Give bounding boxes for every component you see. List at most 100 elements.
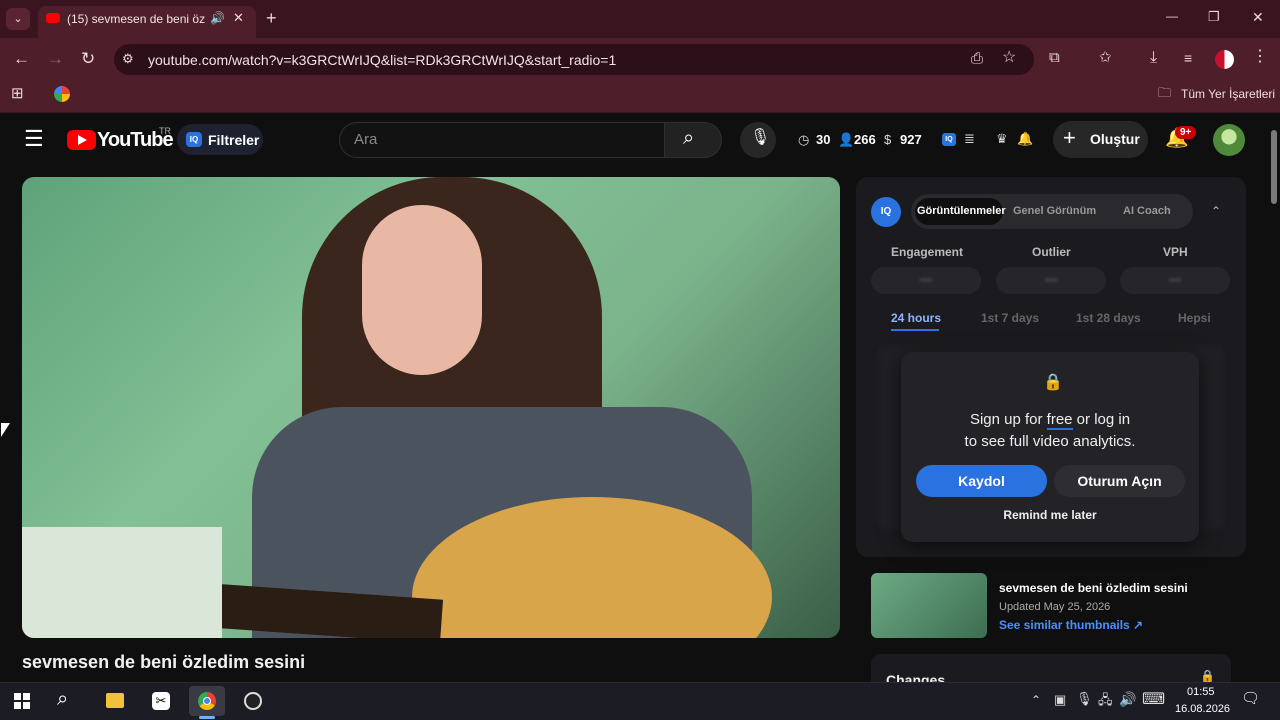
maximize-button[interactable]: ❐ [1208,10,1220,23]
subs-stat[interactable]: 266 [854,132,876,147]
changes-lock-icon: 🔒 [1200,669,1215,683]
iq-tool-icon[interactable]: IQ [942,133,956,146]
scrollbar-thumb[interactable] [1271,130,1277,204]
clock-icon: ◷ [798,132,810,147]
lock-icon: 🔒 [1043,374,1063,391]
range-7-days[interactable]: 1st 7 days [981,311,1039,325]
signup-button[interactable]: Kaydol [916,465,1047,497]
video-player[interactable] [22,177,840,638]
taskbar-time[interactable]: 01:55 [1187,686,1215,698]
range-28-days[interactable]: 1st 28 days [1076,311,1141,325]
tray-chevron-icon[interactable]: ⌃ [1031,694,1041,706]
tab-close-icon[interactable]: ✕ [233,11,244,24]
views-stat[interactable]: 30 [816,132,830,147]
signup-label: Kaydol [958,473,1005,489]
file-explorer-icon[interactable] [97,686,133,716]
range-all[interactable]: Hepsi [1178,311,1211,325]
taskbar-date[interactable]: 16.08.2026 [1175,703,1230,715]
tab-ai-coach[interactable]: AI Coach [1123,205,1171,217]
bookmark-star-icon[interactable]: ☆ [1002,50,1016,66]
metric-engagement-label: Engagement [891,245,964,259]
video-bed [22,527,222,638]
metric-vph-label: VPH [1163,245,1188,259]
remind-later-link[interactable]: Remind me later [901,508,1199,522]
tab-title: (15) sevmesen de beni özle [67,12,205,26]
site-info-icon[interactable]: ⚙ [122,52,134,65]
windows-start-icon[interactable] [14,693,30,709]
trophy-icon[interactable]: ♛ [996,132,1008,145]
similar-thumbnails-link[interactable]: See similar thumbnails ↗ [999,618,1143,632]
chrome-menu-icon[interactable]: ⋮ [1252,49,1268,65]
mouse-cursor [1,423,10,437]
tray-keyboard-icon[interactable]: ⌨ [1142,692,1165,708]
collapse-chevron-icon[interactable]: ⌃ [1211,205,1221,217]
range-active-underline [891,329,939,331]
suggested-thumbnail[interactable] [871,573,987,638]
filters-label[interactable]: Filtreler [208,132,259,148]
close-window-button[interactable]: ✕ [1252,10,1264,24]
media-control-icon[interactable]: ≡ [1184,51,1192,65]
download-icon[interactable]: ⤓ [1150,50,1157,66]
favorites-icon[interactable]: ✩ [1099,50,1112,65]
metric-outlier-value: ••• [996,267,1106,294]
chrome-taskbar-icon[interactable] [189,686,225,716]
search-input[interactable] [339,122,665,158]
bookmarks-bar [0,80,1280,113]
tray-volume-icon[interactable]: 🔊 [1119,692,1136,706]
hamburger-menu-icon[interactable]: ☰ [24,128,44,150]
taskbar-search-icon[interactable]: ⌕ [57,689,68,709]
iq-icon: IQ [186,132,202,147]
reload-icon[interactable]: ↻ [81,50,95,67]
blurred-value: ••• [1044,273,1058,287]
tray-mic-icon[interactable]: 🎙 [1076,692,1093,705]
tab-search-icon[interactable]: ⌄ [6,8,30,30]
login-button[interactable]: Oturum Açın [1054,465,1185,497]
obs-icon[interactable] [235,686,271,716]
install-app-icon[interactable]: ⎙ [971,51,983,66]
video-title: sevmesen de beni özledim sesini [22,652,306,672]
search-placeholder: Ara [354,131,378,148]
microphone-icon: 🎙 [750,129,771,146]
create-label: Oluştur [1090,131,1140,147]
panel-iq-icon: IQ [871,197,901,227]
video-person-face [362,205,482,375]
range-24-hours[interactable]: 24 hours [891,311,941,325]
metric-outlier-label: Outlier [1032,245,1071,259]
back-icon[interactable]: ← [13,50,30,67]
capcut-icon[interactable]: ✂ [143,686,179,716]
blurred-value: ••• [919,273,933,287]
tab-overview[interactable]: Genel Görünüm [1013,205,1096,217]
profile-avatar[interactable] [1215,50,1234,69]
coins-icon: $ [884,132,892,147]
suggested-title[interactable]: sevmesen de beni özledim sesini [999,581,1188,595]
blurred-value: ••• [1168,273,1182,287]
google-bookmark-icon[interactable] [54,86,70,102]
suggested-updated: Updated May 25, 2026 [999,601,1111,613]
plus-icon: + [1063,125,1076,150]
notification-center-icon[interactable]: 🗨 [1241,691,1260,706]
modal-line-1-suffix: or log in [1072,411,1131,428]
points-stat[interactable]: 927 [900,132,922,147]
alert-icon[interactable]: 🔔 [1017,132,1033,145]
search-icon: ⌕ [683,127,695,149]
region-code: TR [159,126,171,136]
apps-grid-icon[interactable]: ⊞ [11,86,24,101]
url-text[interactable]: youtube.com/watch?v=k3GRCtWrIJQ&list=RDk… [148,52,616,68]
all-bookmarks-label[interactable]: Tüm Yer İşaretleri [1181,87,1275,101]
list-tool-icon[interactable]: ≣ [964,132,975,145]
chrome-active-indicator [199,716,215,719]
tray-meet-icon[interactable]: ▣ [1054,693,1066,706]
extensions-icon[interactable]: ⧉ [1049,50,1060,65]
minimize-button[interactable]: — [1166,10,1178,22]
person-icon: 👤 [838,132,855,147]
tray-network-icon[interactable]: 🖧 [1098,693,1113,706]
youtube-logo-icon[interactable] [67,130,96,150]
new-tab-button[interactable]: + [266,9,277,27]
user-avatar[interactable] [1213,124,1245,156]
audio-playing-icon[interactable]: 🔊 [210,12,225,24]
forward-icon[interactable]: → [47,50,64,67]
bookmark-folder-icon[interactable]: 🗀 [1158,86,1171,99]
modal-line-2: to see full video analytics. [964,433,1136,450]
modal-line-1-prefix: Sign up for [969,411,1047,428]
tab-views[interactable]: Görüntülenmeler [917,205,1006,217]
